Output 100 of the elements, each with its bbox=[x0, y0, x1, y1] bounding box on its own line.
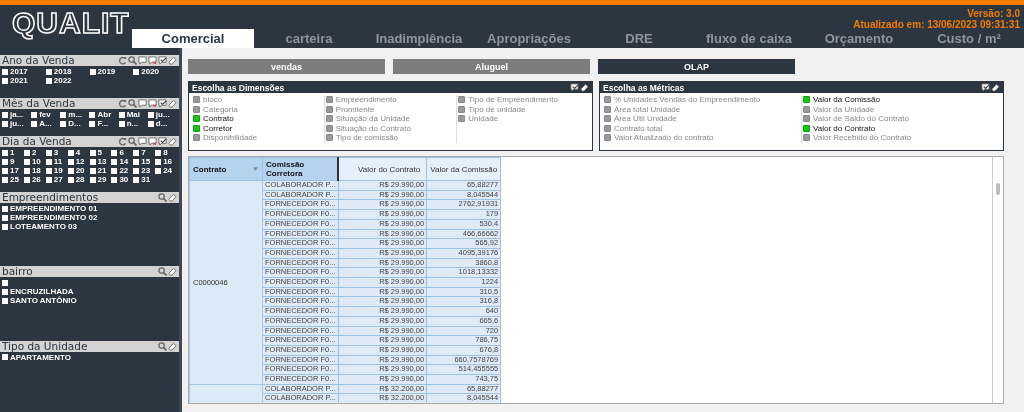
checkbox[interactable] bbox=[2, 176, 8, 183]
filter-option[interactable]: 2021 bbox=[10, 76, 28, 85]
checkbox[interactable] bbox=[67, 149, 74, 156]
option-label[interactable]: Promitente bbox=[335, 104, 375, 114]
checkbox[interactable] bbox=[2, 149, 8, 156]
filter-option[interactable]: 15 bbox=[141, 157, 151, 166]
checkbox[interactable] bbox=[147, 120, 154, 127]
option-label[interactable]: Contrato bbox=[203, 114, 234, 124]
checkbox[interactable] bbox=[89, 111, 96, 118]
filter-option[interactable]: Mai bbox=[126, 110, 140, 119]
filter-option[interactable]: 30 bbox=[119, 175, 129, 184]
checkbox[interactable] bbox=[803, 124, 810, 132]
checkbox[interactable] bbox=[45, 167, 52, 174]
filter-option[interactable]: 28 bbox=[75, 175, 85, 184]
checkbox[interactable] bbox=[89, 120, 96, 127]
filter-option[interactable]: m... bbox=[68, 110, 83, 119]
checkbox[interactable] bbox=[60, 111, 67, 118]
option-label[interactable]: Tipo de unidade bbox=[468, 104, 526, 114]
checkbox[interactable] bbox=[45, 77, 52, 84]
checkbox[interactable] bbox=[193, 115, 200, 123]
page-icon[interactable] bbox=[138, 99, 147, 108]
filter-option[interactable]: 2020 bbox=[141, 67, 160, 76]
filter-option[interactable]: ju... bbox=[10, 119, 24, 128]
checkbox[interactable] bbox=[45, 158, 52, 165]
checkbox[interactable] bbox=[118, 120, 125, 127]
checkbox[interactable] bbox=[111, 158, 118, 165]
filter-option[interactable]: ENCRUZILHADA bbox=[10, 287, 74, 297]
filter-option[interactable]: 8 bbox=[163, 148, 168, 157]
filter-option[interactable]: 18 bbox=[31, 166, 41, 175]
checkbox[interactable] bbox=[803, 105, 810, 113]
checkbox[interactable] bbox=[89, 68, 96, 75]
checkbox[interactable] bbox=[325, 124, 333, 132]
filter-option[interactable]: 12 bbox=[75, 157, 85, 166]
nav-tab[interactable]: DRE bbox=[584, 29, 694, 48]
checkbox[interactable] bbox=[803, 134, 810, 142]
checkbox[interactable] bbox=[155, 158, 162, 165]
checkbox[interactable] bbox=[67, 176, 74, 183]
filter-option[interactable]: 10 bbox=[31, 157, 41, 166]
checkbox[interactable] bbox=[803, 96, 810, 104]
checkbox[interactable] bbox=[89, 167, 96, 174]
option-label[interactable]: Valor de Saldo do Contrato bbox=[813, 114, 909, 124]
filter-option[interactable]: 23 bbox=[141, 166, 151, 175]
filter-option[interactable]: d... bbox=[155, 119, 168, 128]
scrollbar[interactable] bbox=[992, 157, 1003, 403]
checkbox[interactable] bbox=[325, 115, 333, 123]
filter-option[interactable]: 3 bbox=[53, 148, 59, 157]
filter-option[interactable]: 2 bbox=[31, 148, 37, 157]
filter-option[interactable]: 2018 bbox=[53, 67, 72, 76]
search-icon[interactable] bbox=[158, 267, 167, 277]
page-check-icon[interactable] bbox=[981, 83, 990, 92]
checkbox[interactable] bbox=[89, 149, 96, 156]
checkbox[interactable] bbox=[458, 115, 466, 123]
nav-tab[interactable]: fluxo de caixa bbox=[694, 29, 804, 48]
checkbox[interactable] bbox=[67, 167, 74, 174]
nav-tab[interactable]: Custo / m² bbox=[914, 29, 1024, 48]
checkbox[interactable] bbox=[31, 111, 38, 118]
checkbox[interactable] bbox=[2, 288, 8, 295]
checkbox[interactable] bbox=[133, 158, 140, 165]
filter-option[interactable]: 6 bbox=[119, 148, 124, 157]
checkbox[interactable] bbox=[133, 68, 140, 75]
checkbox[interactable] bbox=[604, 115, 611, 123]
checkbox[interactable] bbox=[2, 158, 8, 165]
checkbox[interactable] bbox=[193, 124, 200, 132]
checkbox[interactable] bbox=[45, 68, 52, 75]
checkbox[interactable] bbox=[67, 158, 74, 165]
checkbox[interactable] bbox=[2, 120, 8, 127]
checkbox[interactable] bbox=[23, 176, 30, 183]
filter-option[interactable]: LOTEAMENTO 03 bbox=[10, 222, 77, 231]
column-header[interactable]: Contrato bbox=[189, 157, 263, 181]
page-icon[interactable] bbox=[138, 137, 147, 146]
option-label[interactable]: Valor da Unidade bbox=[813, 104, 875, 114]
filter-option[interactable]: ju... bbox=[155, 110, 170, 119]
view-button[interactable]: vendas bbox=[188, 59, 385, 74]
option-label[interactable]: Contrato total bbox=[614, 123, 663, 133]
filter-option[interactable]: 9 bbox=[10, 157, 15, 166]
checkbox[interactable] bbox=[2, 77, 8, 84]
page-check-icon[interactable] bbox=[158, 137, 167, 146]
nav-tab[interactable]: carteira bbox=[254, 29, 364, 48]
checkbox[interactable] bbox=[604, 105, 611, 113]
filter-option[interactable]: 19 bbox=[53, 166, 63, 175]
checkbox[interactable] bbox=[89, 176, 96, 183]
checkbox[interactable] bbox=[23, 167, 30, 174]
nav-tab[interactable]: Apropriações bbox=[474, 29, 584, 48]
checkbox[interactable] bbox=[89, 158, 96, 165]
checkbox[interactable] bbox=[23, 158, 30, 165]
checkbox[interactable] bbox=[133, 167, 140, 174]
checkbox[interactable] bbox=[45, 176, 52, 183]
checkbox[interactable] bbox=[45, 149, 52, 156]
page-x-icon[interactable] bbox=[148, 56, 157, 65]
filter-option[interactable]: n... bbox=[126, 119, 139, 128]
checkbox[interactable] bbox=[2, 223, 8, 230]
filter-option[interactable]: 2022 bbox=[53, 76, 72, 85]
checkbox[interactable] bbox=[2, 297, 8, 304]
filter-option[interactable]: Abr bbox=[97, 110, 112, 119]
filter-option[interactable]: 22 bbox=[119, 166, 129, 175]
nav-tab[interactable]: Comercial bbox=[132, 29, 254, 48]
view-button[interactable]: OLAP bbox=[598, 59, 795, 74]
page-check-icon[interactable] bbox=[158, 56, 167, 65]
filter-option[interactable]: 5 bbox=[97, 148, 102, 157]
checkbox[interactable] bbox=[458, 105, 466, 113]
